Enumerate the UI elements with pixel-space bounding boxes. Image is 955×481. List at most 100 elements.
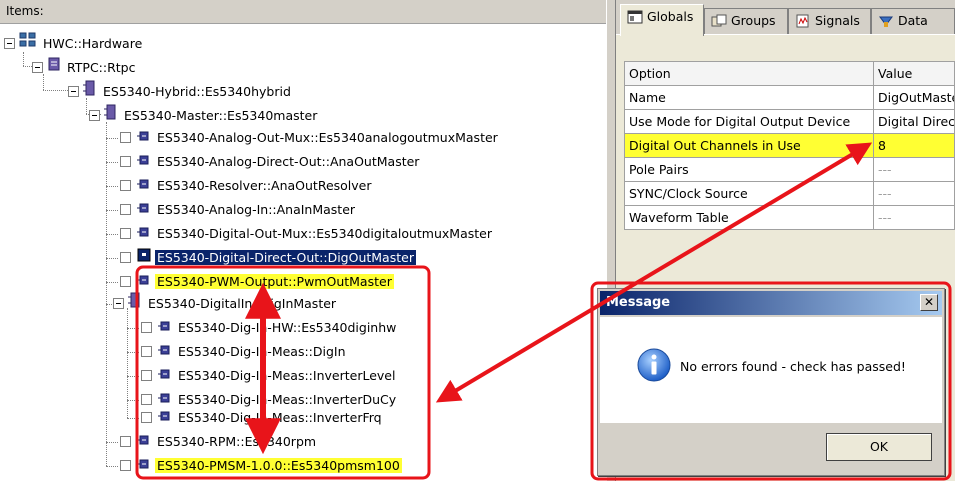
tree-node-rpm[interactable]: ES5340-RPM::Es5340rpm (120, 431, 318, 453)
checkbox[interactable] (141, 370, 152, 381)
tree-node-label: ES5340-Dig-In-HW::Es5340diginhw (178, 320, 397, 335)
collapse-icon[interactable] (32, 62, 43, 73)
message-dialog: Message ✕ No errors found - check has pa… (597, 288, 945, 476)
tree-line (106, 210, 118, 211)
option-cell: Digital Out Channels in Use (624, 133, 874, 158)
dialog-title: Message (606, 295, 671, 310)
tree-node-label: ES5340-PMSM-1.0.0::Es5340pmsm100 (155, 458, 402, 473)
tree-node-root[interactable]: HWC::Hardware (4, 32, 144, 55)
checkbox[interactable] (141, 322, 152, 333)
value-cell[interactable]: --- (873, 205, 955, 230)
tree-node-hybrid[interactable]: ES5340-Hybrid::Es5340hybrid (68, 80, 293, 103)
checkbox[interactable] (120, 180, 131, 191)
signals-icon (795, 14, 811, 28)
tree-node-pmsm[interactable]: ES5340-PMSM-1.0.0::Es5340pmsm100 (120, 455, 402, 477)
table-header-row: Option Value (624, 61, 955, 86)
tree-node-analog-in[interactable]: ES5340-Analog-In::AnaInMaster (120, 199, 357, 221)
component-icon (137, 175, 151, 197)
tree-node-digital-in[interactable]: ES5340-DigitalIn::DigInMaster (113, 292, 338, 315)
tree-node-label: ES5340-Dig-In-Meas::InverterLevel (178, 368, 396, 383)
tree-line (106, 162, 118, 163)
column-header-value[interactable]: Value (873, 61, 955, 86)
component-icon (158, 341, 172, 363)
value-cell[interactable]: --- (873, 157, 955, 182)
checkbox[interactable] (120, 460, 131, 471)
info-icon (636, 347, 672, 386)
value-cell[interactable]: --- (873, 181, 955, 206)
checkbox[interactable] (120, 156, 131, 167)
tree-line (127, 308, 128, 418)
tree-line (106, 442, 118, 443)
ok-button[interactable]: OK (826, 433, 932, 461)
tab-globals[interactable]: Globals (620, 4, 704, 36)
table-row-highlighted[interactable]: Digital Out Channels in Use 8 (624, 133, 955, 158)
tree-node-digital-direct-out[interactable]: ES5340-Digital-Direct-Out::DigOutMaster (120, 247, 417, 269)
tree-node-dig-in[interactable]: ES5340-Dig-In-Meas::DigIn (141, 341, 348, 363)
option-cell: Pole Pairs (624, 157, 874, 182)
table-row[interactable]: SYNC/Clock Source --- (624, 181, 955, 206)
tree-node-label: HWC::Hardware (43, 36, 143, 51)
module-icon (104, 104, 118, 127)
tree-node-pwm-output[interactable]: ES5340-PWM-Output::PwmOutMaster (120, 271, 394, 293)
tree-node-dig-in-hw[interactable]: ES5340-Dig-In-HW::Es5340diginhw (141, 317, 398, 339)
checkbox[interactable] (120, 228, 131, 239)
tree-node-resolver[interactable]: ES5340-Resolver::AnaOutResolver (120, 175, 374, 197)
collapse-icon[interactable] (89, 110, 100, 121)
tab-label: Signals (815, 13, 860, 28)
checkbox[interactable] (141, 412, 152, 423)
close-button[interactable]: ✕ (920, 294, 938, 311)
tree-line (127, 418, 139, 419)
table-row[interactable]: Name DigOutMaster (624, 85, 955, 110)
checkbox[interactable] (120, 436, 131, 447)
tree-node-rtpc[interactable]: RTPC::Rtpc (32, 57, 138, 79)
tree-node-label: ES5340-RPM::Es5340rpm (157, 434, 317, 449)
checkbox[interactable] (120, 204, 131, 215)
dialog-message: No errors found - check has passed! (680, 359, 906, 374)
tree-line (106, 186, 118, 187)
tree-node-inverter-frq[interactable]: ES5340-Dig-In-Meas::InverterFrq (141, 407, 384, 429)
value-cell[interactable]: DigOutMaster (873, 85, 955, 110)
tab-data[interactable]: Data (871, 8, 955, 36)
rtpc-icon (47, 56, 61, 79)
checkbox[interactable] (120, 252, 131, 263)
dialog-body: No errors found - check has passed! (600, 317, 942, 423)
tab-label: Data (898, 13, 928, 28)
tree-node-label: ES5340-Hybrid::Es5340hybrid (103, 84, 291, 99)
checkbox[interactable] (141, 346, 152, 357)
tree-node-analog-direct-out[interactable]: ES5340-Analog-Direct-Out::AnaOutMaster (120, 151, 421, 173)
value-cell[interactable]: 8 (873, 133, 955, 158)
tree-node-label: ES5340-Master::Es5340master (124, 108, 318, 123)
table-row[interactable]: Use Mode for Digital Output Device Digit… (624, 109, 955, 134)
component-icon (137, 271, 151, 293)
component-icon (137, 223, 151, 245)
collapse-icon[interactable] (113, 298, 124, 309)
tree-node-inverter-level[interactable]: ES5340-Dig-In-Meas::InverterLevel (141, 365, 397, 387)
tree-node-analog-out-mux[interactable]: ES5340-Analog-Out-Mux::Es5340analogoutmu… (120, 127, 500, 149)
tree-node-master[interactable]: ES5340-Master::Es5340master (89, 104, 319, 127)
tree-line (106, 234, 118, 235)
tree-node-label: ES5340-Dig-In-Meas::InverterDuCy (178, 392, 397, 407)
tree-line (106, 282, 118, 283)
tab-signals[interactable]: Signals (788, 8, 871, 36)
tree-line (106, 122, 107, 466)
module-icon (83, 80, 97, 103)
component-icon (158, 407, 172, 429)
tree-line (106, 466, 118, 467)
table-row[interactable]: Pole Pairs --- (624, 157, 955, 182)
checkbox[interactable] (120, 132, 131, 143)
tree-node-label: ES5340-Dig-In-Meas::DigIn (178, 344, 346, 359)
collapse-icon[interactable] (4, 38, 15, 49)
tab-groups[interactable]: Groups (704, 8, 788, 36)
collapse-icon[interactable] (68, 86, 79, 97)
value-cell[interactable]: Digital Direct Out (873, 109, 955, 134)
checkbox[interactable] (120, 276, 131, 287)
tree-line (127, 376, 139, 377)
column-header-option[interactable]: Option (624, 61, 874, 86)
table-row[interactable]: Waveform Table --- (624, 205, 955, 230)
tree-node-digital-out-mux[interactable]: ES5340-Digital-Out-Mux::Es5340digitalout… (120, 223, 494, 245)
tree-line (127, 400, 139, 401)
dialog-titlebar[interactable]: Message ✕ (600, 291, 942, 315)
tree-line (106, 304, 112, 305)
option-cell: Waveform Table (624, 205, 874, 230)
checkbox[interactable] (141, 394, 152, 405)
